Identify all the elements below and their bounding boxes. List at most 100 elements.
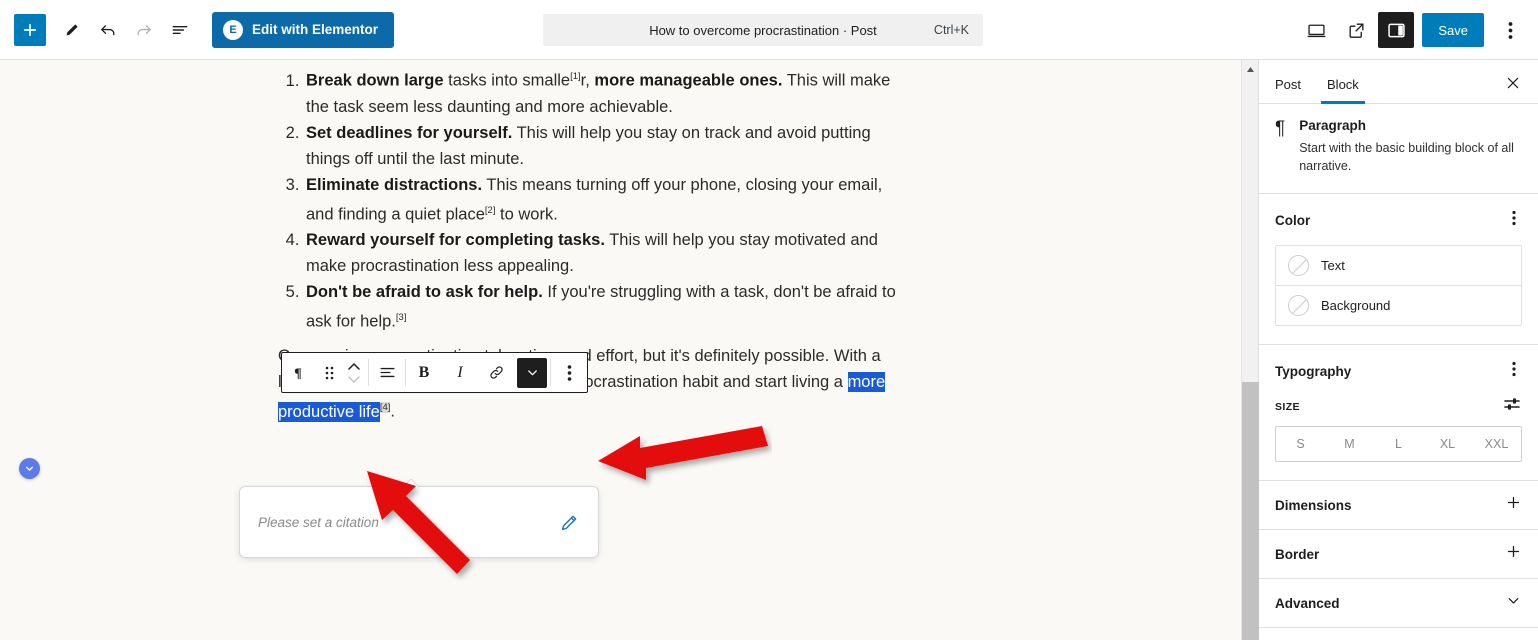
block-options-group bbox=[551, 353, 587, 392]
size-option-xl[interactable]: XL bbox=[1423, 427, 1472, 461]
citation-marker-4[interactable]: [4] bbox=[379, 402, 391, 413]
save-button[interactable]: Save bbox=[1422, 13, 1484, 47]
accordion-border[interactable]: Border bbox=[1259, 530, 1538, 579]
color-row-text-label: Text bbox=[1321, 258, 1345, 273]
undo-icon[interactable] bbox=[90, 12, 126, 48]
post-content[interactable]: Break down large tasks into smalle[1]r, … bbox=[278, 64, 898, 335]
list-item-lead: Eliminate distractions. bbox=[306, 175, 483, 194]
accordion-advanced[interactable]: Advanced bbox=[1259, 579, 1538, 628]
tab-post[interactable]: Post bbox=[1275, 77, 1315, 103]
sidebar-panel-icon[interactable] bbox=[1378, 12, 1415, 48]
list-item[interactable]: Eliminate distractions. This means turni… bbox=[304, 172, 898, 228]
pencil-edit-icon[interactable] bbox=[559, 512, 580, 533]
typography-section-header: Typography bbox=[1275, 359, 1522, 384]
command-palette-button[interactable]: How to overcome procrastination · Post C… bbox=[543, 14, 983, 46]
plus-icon[interactable] bbox=[1505, 494, 1522, 516]
editor-top-bar: E Edit with Elementor How to overcome pr… bbox=[0, 0, 1538, 60]
closing-text-post: . bbox=[390, 402, 395, 421]
move-up-down-icon[interactable] bbox=[340, 353, 368, 392]
color-section: Color Text Background bbox=[1259, 194, 1538, 345]
citation-marker-2[interactable]: [2] bbox=[485, 205, 496, 216]
ordered-list-block[interactable]: Break down large tasks into smalle[1]r, … bbox=[278, 64, 898, 335]
edit-with-elementor-label: Edit with Elementor bbox=[252, 22, 379, 37]
paragraph-icon[interactable]: ¶ bbox=[282, 353, 318, 392]
list-item-lead: Set deadlines for yourself. bbox=[306, 123, 513, 142]
desktop-icon[interactable] bbox=[1298, 12, 1334, 48]
pencil-icon[interactable] bbox=[54, 12, 90, 48]
color-row-background[interactable]: Background bbox=[1276, 285, 1521, 325]
list-item-lead: Break down large bbox=[306, 71, 444, 90]
more-vertical-icon[interactable] bbox=[1492, 12, 1528, 48]
list-item-text-2: r, bbox=[580, 71, 595, 90]
redo-icon[interactable] bbox=[126, 12, 162, 48]
size-option-m[interactable]: M bbox=[1325, 427, 1374, 461]
block-title: Paragraph bbox=[1299, 118, 1366, 133]
add-block-button[interactable] bbox=[14, 13, 46, 46]
list-item-text: tasks into smalle bbox=[443, 71, 571, 90]
svg-text:¶: ¶ bbox=[294, 365, 302, 381]
size-option-xxl[interactable]: XXL bbox=[1472, 427, 1521, 461]
link-icon[interactable] bbox=[478, 353, 514, 392]
list-item-lead: Reward yourself for completing tasks. bbox=[306, 231, 605, 249]
scrollbar-thumb[interactable] bbox=[1242, 382, 1259, 640]
plus-icon[interactable] bbox=[1505, 543, 1522, 565]
citation-popover[interactable]: Please set a citation bbox=[239, 486, 599, 558]
align-text-icon[interactable] bbox=[369, 353, 405, 392]
font-size-selector[interactable]: S M L XL XXL bbox=[1275, 426, 1522, 462]
close-icon[interactable] bbox=[1498, 68, 1528, 98]
typography-section-title: Typography bbox=[1275, 364, 1352, 379]
paragraph-icon: ¶ bbox=[1275, 118, 1286, 139]
document-title: How to overcome procrastination · Post bbox=[649, 22, 877, 38]
list-item[interactable]: Set deadlines for yourself. This will he… bbox=[304, 120, 898, 172]
size-label: SIZE bbox=[1275, 400, 1300, 413]
elementor-logo-icon: E bbox=[223, 19, 243, 40]
drag-handle-icon[interactable] bbox=[318, 353, 340, 392]
save-label: Save bbox=[1438, 22, 1468, 38]
color-row-text[interactable]: Text bbox=[1276, 246, 1521, 285]
bold-label: B bbox=[418, 363, 430, 381]
list-item[interactable]: Break down large tasks into smalle[1]r, … bbox=[304, 64, 898, 120]
list-item[interactable]: Reward yourself for completing tasks. Th… bbox=[304, 227, 898, 279]
italic-button[interactable]: I bbox=[442, 353, 478, 392]
tab-block-label: Block bbox=[1327, 77, 1359, 92]
list-item-lead-2: more manageable ones. bbox=[594, 71, 783, 90]
alignment-group bbox=[369, 353, 405, 392]
more-vertical-icon[interactable] bbox=[551, 353, 587, 392]
settings-sidebar: Post Block ¶ Paragraph Start with the ba… bbox=[1258, 60, 1538, 640]
scroll-up-arrow-icon[interactable] bbox=[1242, 62, 1259, 76]
color-section-header: Color bbox=[1275, 208, 1522, 233]
list-item[interactable]: Don't be afraid to ask for help. If you'… bbox=[304, 279, 898, 335]
top-bar-left-tools: E Edit with Elementor bbox=[0, 11, 395, 48]
list-item-rest: to work. bbox=[495, 205, 558, 223]
sidebar-tabs: Post Block bbox=[1259, 60, 1538, 104]
editor-canvas[interactable]: Break down large tasks into smalle[1]r, … bbox=[0, 60, 1258, 640]
edit-with-elementor-button[interactable]: E Edit with Elementor bbox=[212, 11, 395, 48]
list-view-icon[interactable] bbox=[162, 12, 198, 48]
command-shortcut: Ctrl+K bbox=[933, 23, 969, 37]
size-label-row: SIZE bbox=[1275, 396, 1522, 417]
citation-marker-3[interactable]: [3] bbox=[396, 312, 407, 323]
tab-block[interactable]: Block bbox=[1321, 77, 1373, 104]
wordpress-block-editor: E Edit with Elementor How to overcome pr… bbox=[0, 0, 1538, 640]
external-link-icon[interactable] bbox=[1338, 12, 1374, 48]
sliders-icon[interactable] bbox=[1504, 396, 1522, 417]
accordion-dimensions[interactable]: Dimensions bbox=[1259, 481, 1538, 530]
chevron-down-icon[interactable] bbox=[517, 357, 547, 388]
canvas-scrollbar[interactable] bbox=[1241, 60, 1259, 640]
more-vertical-icon[interactable] bbox=[1506, 359, 1522, 384]
none-slash-icon bbox=[1288, 295, 1309, 316]
top-bar-right-tools: Save bbox=[1298, 0, 1528, 60]
bold-button[interactable]: B bbox=[406, 353, 442, 392]
more-vertical-icon[interactable] bbox=[1506, 208, 1522, 233]
collapse-toggle-button[interactable] bbox=[19, 458, 40, 479]
block-description: Start with the basic building block of a… bbox=[1299, 141, 1514, 173]
size-option-l[interactable]: L bbox=[1374, 427, 1423, 461]
chevron-down-icon[interactable] bbox=[1505, 592, 1522, 614]
color-section-title: Color bbox=[1275, 213, 1311, 228]
accordion-border-label: Border bbox=[1275, 546, 1320, 562]
size-option-s[interactable]: S bbox=[1276, 427, 1325, 461]
citation-placeholder[interactable]: Please set a citation bbox=[258, 515, 559, 530]
citation-marker-1[interactable]: [1] bbox=[570, 71, 581, 82]
block-info-card: ¶ Paragraph Start with the basic buildin… bbox=[1259, 104, 1538, 194]
block-type-group: ¶ bbox=[282, 353, 368, 392]
